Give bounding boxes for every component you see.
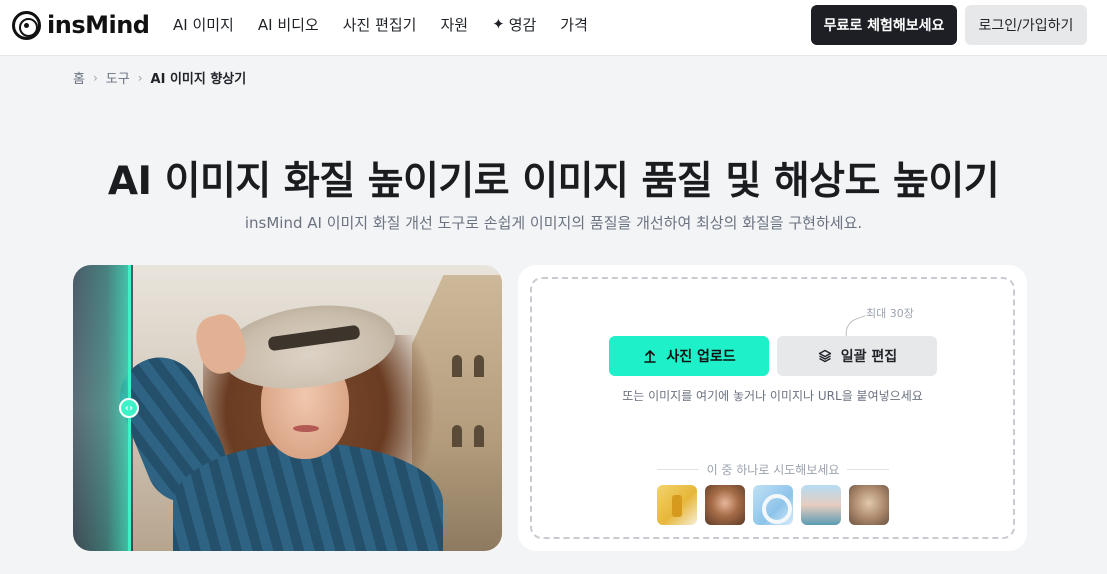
nav-ai-image[interactable]: AI 이미지 — [173, 14, 234, 35]
logo-icon — [12, 10, 41, 40]
upload-photo-label: 사진 업로드 — [666, 349, 736, 365]
window — [474, 355, 484, 377]
divider-line — [657, 469, 699, 470]
sample-images — [657, 485, 889, 525]
window — [452, 355, 462, 377]
sparkle-icon: ✦ — [492, 15, 505, 33]
sample-vintage-portrait[interactable] — [849, 485, 889, 525]
nav-pricing[interactable]: 가격 — [560, 14, 588, 35]
batch-edit-button[interactable]: 일괄 편집 — [777, 336, 937, 376]
before-after-showcase: ‹› — [73, 265, 502, 551]
main-nav: AI 이미지 AI 비디오 사진 편집기 자원 ✦ 영감 가격 — [173, 0, 588, 48]
page-subtitle: insMind AI 이미지 화질 개선 도구로 손쉽게 이미지의 품질을 개선… — [244, 214, 863, 232]
page-title: AI 이미지 화질 높이기로 이미지 품질 및 해상도 높이기 — [107, 159, 1000, 204]
logo[interactable]: insMind — [12, 10, 150, 40]
breadcrumb-current: AI 이미지 향상기 — [150, 72, 247, 87]
batch-edit-label: 일괄 편집 — [840, 349, 898, 365]
sample-product-bottle[interactable] — [657, 485, 697, 525]
divider-line — [847, 469, 890, 470]
sample-headphones[interactable] — [753, 485, 793, 525]
breadcrumb-home[interactable]: 홈 — [73, 68, 85, 87]
breadcrumb-tools[interactable]: 도구 — [106, 68, 130, 87]
upload-icon — [642, 348, 658, 364]
woman-lips — [293, 425, 319, 432]
sample-portrait-woman[interactable] — [705, 485, 745, 525]
free-trial-button[interactable]: 무료로 체험해보세요 — [811, 5, 957, 45]
nav-photo-editor[interactable]: 사진 편집기 — [343, 14, 417, 35]
chevron-right-icon: › — [137, 70, 143, 85]
try-samples-row: 이 중 하나로 시도해보세요 — [657, 461, 890, 478]
woman-sweater — [173, 443, 443, 551]
upload-photo-button[interactable]: 사진 업로드 — [609, 336, 769, 376]
chevron-right-icon: › — [92, 70, 98, 85]
nav-inspiration[interactable]: ✦ 영감 — [492, 14, 536, 35]
window — [474, 425, 484, 447]
login-signup-button[interactable]: 로그인/가입하기 — [965, 5, 1087, 45]
breadcrumb: 홈 › 도구 › AI 이미지 향상기 — [73, 68, 247, 88]
nav-ai-video[interactable]: AI 비디오 — [258, 14, 319, 35]
max-count-note: 최대 30장 — [866, 307, 914, 320]
window — [452, 425, 462, 447]
upload-panel: 최대 30장 사진 업로드 일괄 편집 또는 이미지를 여기에 놓거나 이미지나… — [518, 265, 1027, 551]
top-header: insMind AI 이미지 AI 비디오 사진 편집기 자원 ✦ 영감 가격 … — [0, 0, 1107, 56]
nav-inspiration-label: 영감 — [508, 15, 537, 34]
logo-text: insMind — [47, 11, 150, 39]
sample-landscape-coast[interactable] — [801, 485, 841, 525]
nav-resources[interactable]: 자원 — [441, 14, 469, 35]
layers-icon — [817, 348, 833, 364]
compare-handle-icon[interactable]: ‹› — [119, 398, 139, 418]
try-samples-label: 이 중 하나로 시도해보세요 — [706, 463, 840, 477]
drop-hint: 또는 이미지를 여기에 놓거나 이미지나 URL을 붙여넣으세요 — [622, 389, 923, 403]
